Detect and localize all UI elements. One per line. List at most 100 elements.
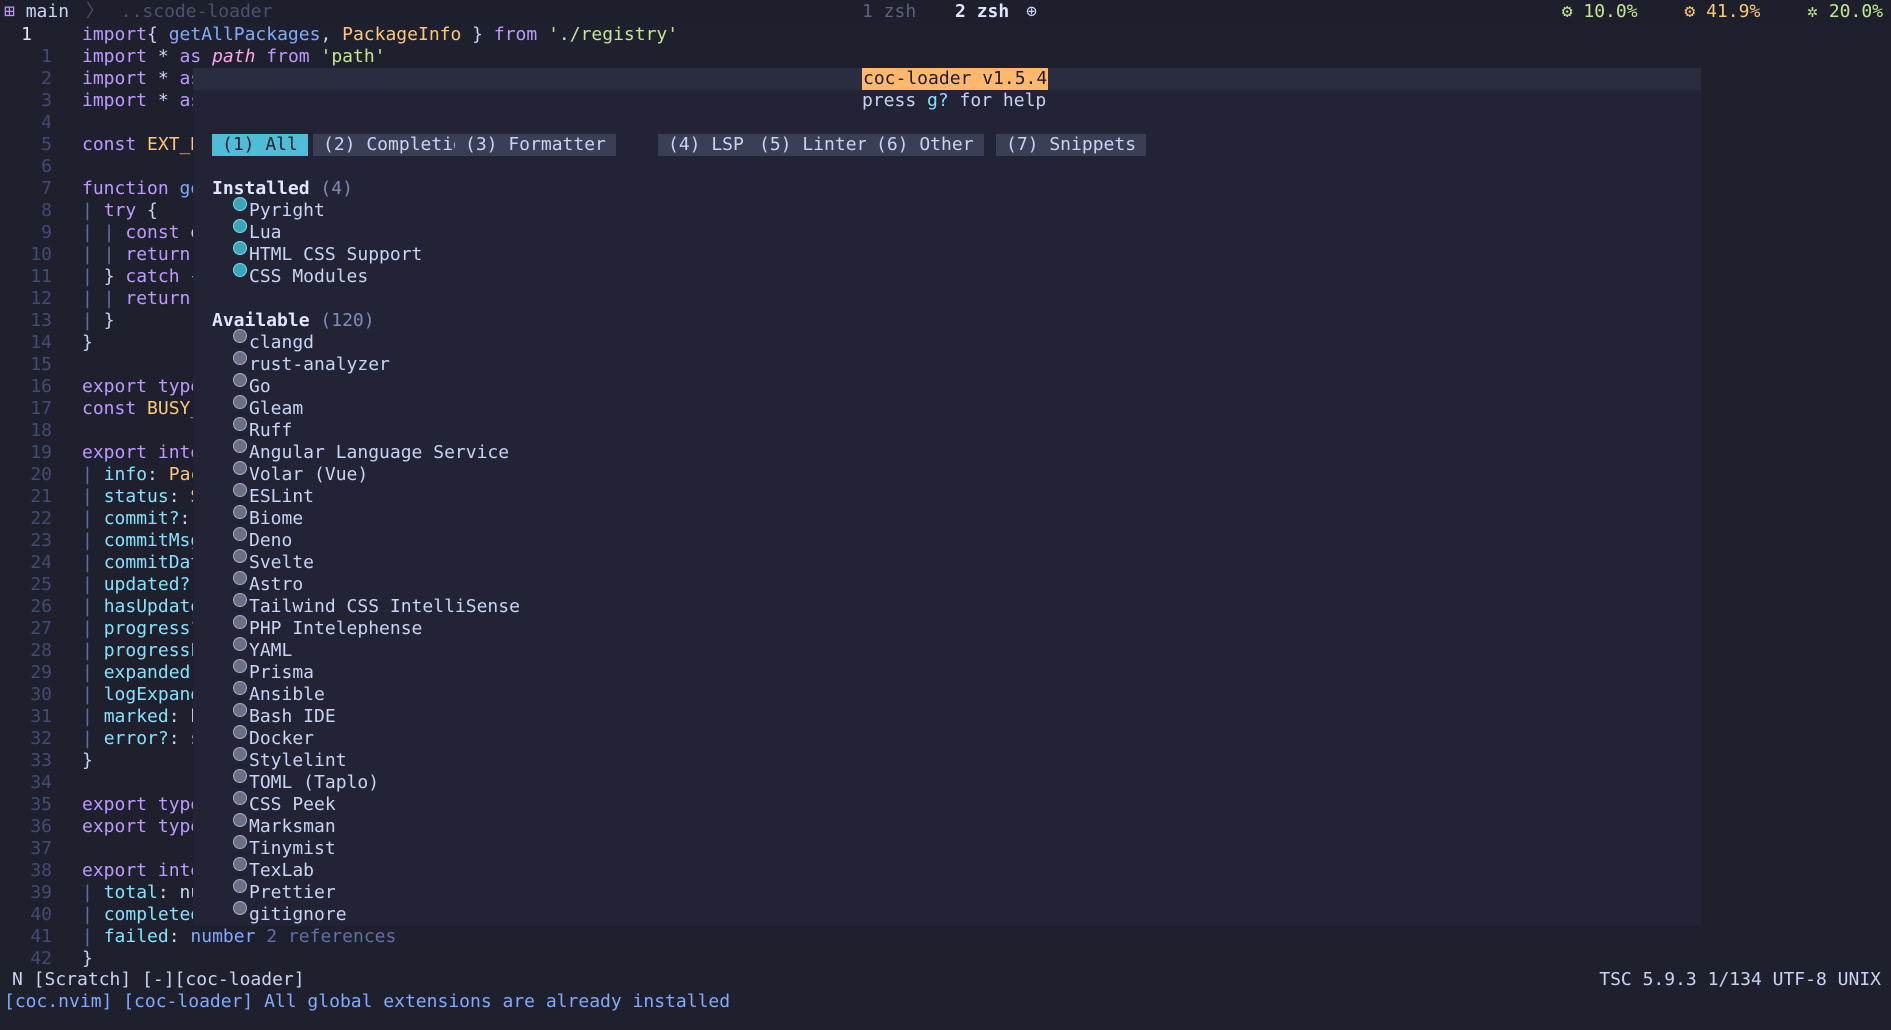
available-extension-item[interactable]: TexLab bbox=[233, 857, 314, 882]
extension-name: CSS Modules bbox=[249, 266, 369, 287]
line-number: 32 bbox=[30, 728, 52, 749]
globe-icon bbox=[233, 417, 247, 431]
line-number: 5 bbox=[41, 134, 52, 155]
available-extension-item[interactable]: Gleam bbox=[233, 395, 304, 420]
code-token: | bbox=[82, 926, 104, 947]
globe-icon bbox=[233, 791, 247, 805]
help-hint: press g? for help bbox=[862, 90, 1047, 111]
line-number: 12 bbox=[30, 288, 52, 309]
available-extension-item[interactable]: Ansible bbox=[233, 681, 325, 706]
memory-icon: ⚙ bbox=[1684, 1, 1696, 22]
tab-formatter[interactable]: (3) Formatter bbox=[455, 134, 616, 156]
line-number: 1 bbox=[21, 24, 32, 45]
available-extension-item[interactable]: Docker bbox=[233, 725, 314, 750]
tmux-status-bar: ⊞ main 〉 ..scode-loader 1 zsh 2 zsh ⊕ ⚙ … bbox=[0, 0, 1891, 24]
available-extension-item[interactable]: Angular Language Service bbox=[233, 439, 509, 464]
code-token: logExpand bbox=[103, 684, 202, 705]
code-token: | bbox=[82, 640, 104, 661]
code-token: * bbox=[147, 68, 180, 89]
globe-icon bbox=[233, 659, 247, 673]
extension-name: Gleam bbox=[249, 398, 304, 419]
code-line[interactable]: import * as path from 'path' bbox=[82, 46, 1782, 68]
extension-name: Stylelint bbox=[249, 750, 347, 771]
code-token: progress? bbox=[103, 618, 202, 639]
available-extension-item[interactable]: Biome bbox=[233, 505, 303, 530]
available-extension-item[interactable]: TOML (Taplo) bbox=[233, 769, 379, 794]
extension-name: Volar (Vue) bbox=[249, 464, 369, 485]
installed-extension-item[interactable]: HTML CSS Support bbox=[233, 241, 422, 266]
globe-icon bbox=[233, 527, 247, 541]
installed-extension-item[interactable]: CSS Modules bbox=[233, 263, 369, 288]
line-number: 38 bbox=[30, 860, 52, 881]
available-extension-item[interactable]: Stylelint bbox=[233, 747, 347, 772]
cpu-stat: ⚙ 10.0% bbox=[1561, 1, 1638, 22]
code-line[interactable]: | failed: number 2 references bbox=[82, 926, 1782, 948]
code-line[interactable]: } bbox=[82, 948, 1782, 970]
code-token: } bbox=[82, 750, 93, 771]
globe-icon bbox=[233, 747, 247, 761]
code-token: const bbox=[125, 222, 180, 243]
globe-icon bbox=[233, 615, 247, 629]
line-number: 16 bbox=[30, 376, 52, 397]
code-token: | bbox=[82, 508, 104, 529]
available-extension-item[interactable]: PHP Intelephense bbox=[233, 615, 422, 640]
tmux-window-2[interactable]: 2 zsh bbox=[955, 1, 1009, 22]
code-token: | bbox=[82, 574, 104, 595]
code-token: { bbox=[147, 24, 169, 45]
globe-icon bbox=[233, 901, 247, 915]
available-extension-item[interactable]: Marksman bbox=[233, 813, 336, 838]
available-extension-item[interactable]: Prisma bbox=[233, 659, 314, 684]
code-token: | bbox=[82, 662, 104, 683]
line-number: 3 bbox=[41, 90, 52, 111]
tab-linter[interactable]: (5) Linter bbox=[749, 134, 878, 156]
tab-snippets[interactable]: (7) Snippets bbox=[996, 134, 1147, 156]
available-extension-item[interactable]: Svelte bbox=[233, 549, 314, 574]
available-extension-item[interactable]: Volar (Vue) bbox=[233, 461, 369, 486]
available-extension-item[interactable]: Prettier bbox=[233, 879, 336, 904]
branch-name: main bbox=[25, 1, 70, 22]
code-token: function bbox=[82, 178, 169, 199]
globe-icon bbox=[233, 373, 247, 387]
extension-name: Prettier bbox=[249, 882, 336, 903]
available-extension-item[interactable]: ESLint bbox=[233, 483, 314, 508]
code-token: import bbox=[82, 46, 148, 67]
code-token: from bbox=[493, 24, 538, 45]
available-extension-item[interactable]: Astro bbox=[233, 571, 303, 596]
code-token: completed bbox=[103, 904, 202, 925]
line-number: 29 bbox=[30, 662, 52, 683]
extension-name: Ansible bbox=[249, 684, 325, 705]
installed-extension-item[interactable]: Pyright bbox=[233, 197, 325, 222]
available-extension-item[interactable]: Tailwind CSS IntelliSense bbox=[233, 593, 520, 618]
globe-icon bbox=[233, 593, 247, 607]
tmux-window-1[interactable]: 1 zsh bbox=[862, 1, 916, 22]
code-token: as bbox=[179, 46, 202, 67]
line-number: 41 bbox=[30, 926, 52, 947]
available-extension-item[interactable]: CSS Peek bbox=[233, 791, 336, 816]
code-token: export bbox=[82, 816, 148, 837]
help-key: g? bbox=[927, 90, 949, 111]
code-line[interactable]: import{ getAllPackages, PackageInfo } fr… bbox=[82, 24, 1782, 46]
line-number: 31 bbox=[30, 706, 52, 727]
code-token: | bbox=[82, 486, 104, 507]
available-extension-item[interactable]: gitignore bbox=[233, 901, 347, 926]
available-extension-item[interactable]: rust-analyzer bbox=[233, 351, 390, 376]
line-number: 42 bbox=[30, 948, 52, 969]
globe-icon bbox=[233, 241, 247, 255]
available-extension-item[interactable]: clangd bbox=[233, 329, 314, 354]
extension-name: YAML bbox=[249, 640, 293, 661]
tab-other[interactable]: (6) Other bbox=[866, 134, 984, 156]
available-extension-item[interactable]: Tinymist bbox=[233, 835, 336, 860]
coc-loader-window[interactable]: coc-loader v1.5.4 press g? for help (1) … bbox=[193, 68, 1701, 926]
tab-lsp[interactable]: (4) LSP bbox=[658, 134, 754, 156]
extension-name: Bash IDE bbox=[249, 706, 336, 727]
installed-count: (4) bbox=[320, 178, 353, 199]
popup-title: coc-loader v1.5.4 bbox=[862, 68, 1049, 90]
globe-icon bbox=[233, 329, 247, 343]
available-extension-item[interactable]: Bash IDE bbox=[233, 703, 336, 728]
globe-icon bbox=[233, 835, 247, 849]
line-number: 24 bbox=[30, 552, 52, 573]
tab-all[interactable]: (1) All bbox=[212, 134, 308, 156]
current-path: ..scode-loader bbox=[120, 1, 273, 22]
